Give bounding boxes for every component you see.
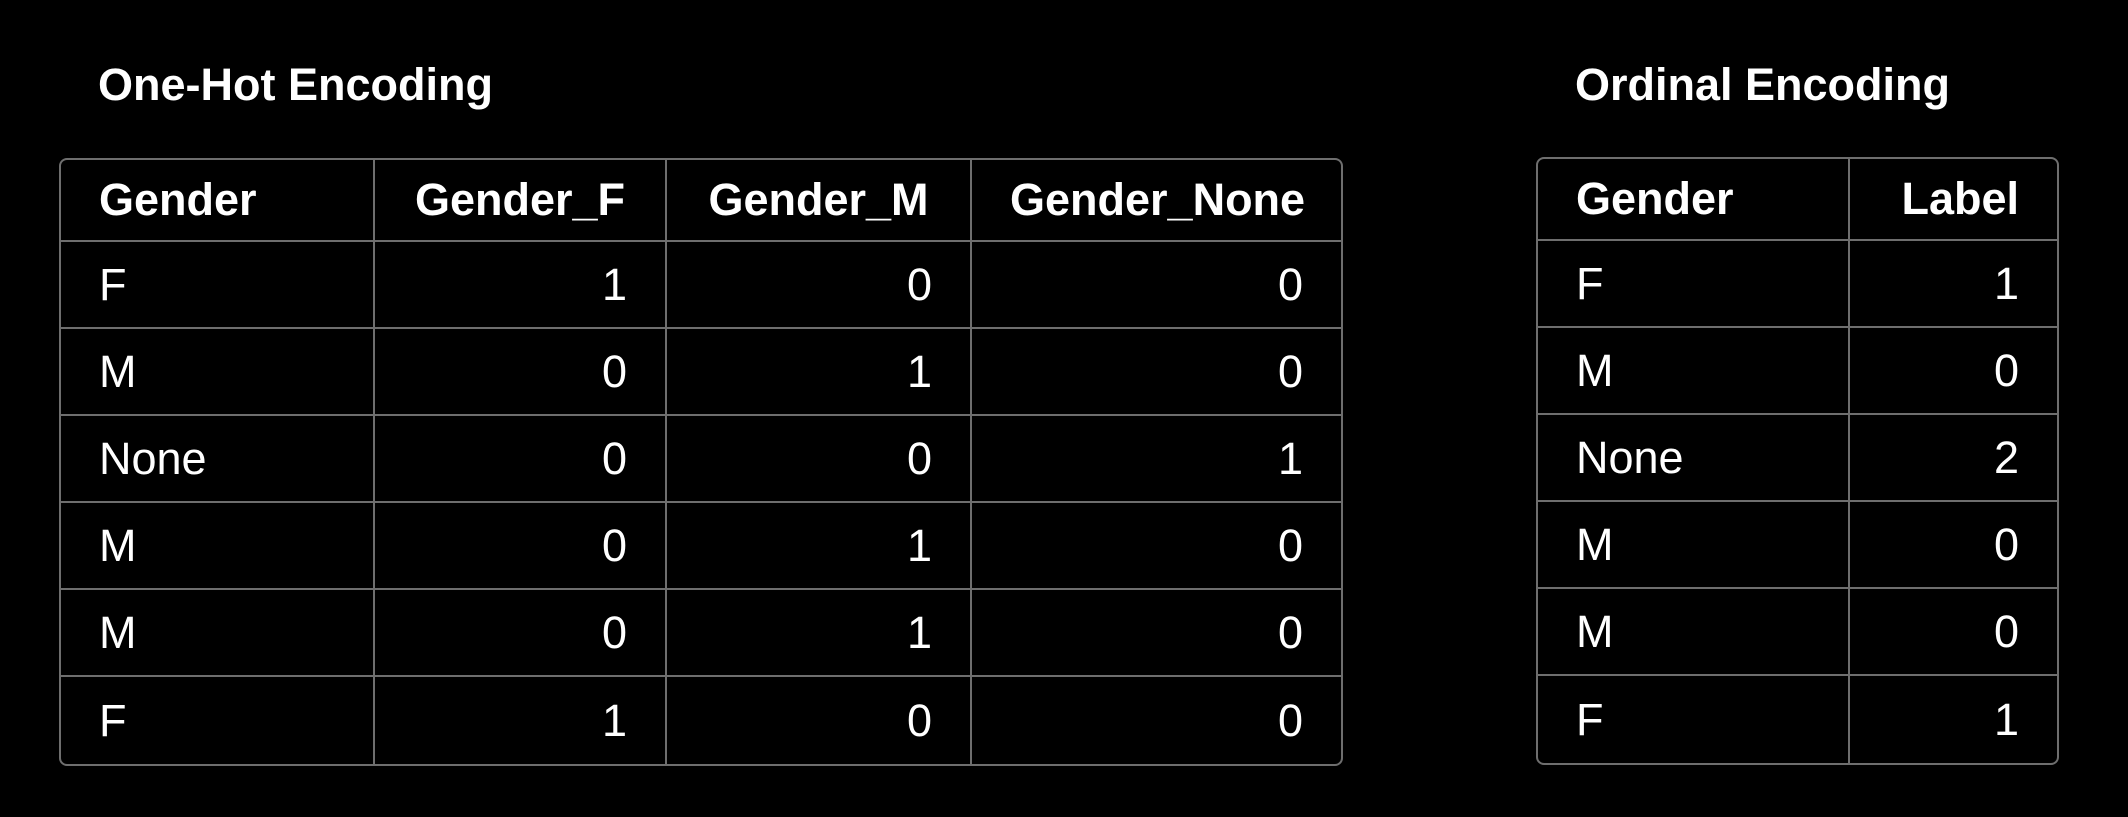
table-cell: F	[1538, 676, 1850, 763]
ordinal-encoding-table: Gender Label F 1 M 0 None 2 M 0 M 0 F 1	[1536, 157, 2059, 765]
table-header-row: Gender Label	[1538, 159, 2057, 241]
table-cell: 0	[972, 503, 1341, 590]
table-cell: 0	[375, 329, 667, 416]
column-header-gender-f: Gender_F	[375, 160, 667, 242]
table-cell: M	[1538, 502, 1850, 589]
table-cell: 1	[972, 416, 1341, 503]
column-header-gender: Gender	[1538, 159, 1850, 241]
table-cell: 1	[667, 329, 972, 416]
table-row: F 1	[1538, 241, 2057, 328]
table-row: F 1 0 0	[61, 242, 1341, 329]
table-cell: 0	[375, 503, 667, 590]
column-header-gender-none: Gender_None	[972, 160, 1341, 242]
table-cell: F	[61, 677, 375, 764]
table-cell: M	[61, 329, 375, 416]
table-header-row: Gender Gender_F Gender_M Gender_None	[61, 160, 1341, 242]
table-cell: F	[1538, 241, 1850, 328]
table-cell: 0	[1850, 502, 2057, 589]
table-cell: 0	[972, 242, 1341, 329]
table-cell: M	[61, 503, 375, 590]
table-row: None 2	[1538, 415, 2057, 502]
column-header-gender: Gender	[61, 160, 375, 242]
table-cell: M	[1538, 589, 1850, 676]
table-cell: 1	[1850, 241, 2057, 328]
table-cell: 1	[1993, 693, 2019, 745]
table-cell: 1	[375, 242, 667, 329]
one-hot-encoding-table: Gender Gender_F Gender_M Gender_None F 1…	[59, 158, 1343, 766]
table-cell: 0	[1850, 589, 2057, 676]
table-row: M 0	[1538, 328, 2057, 415]
table-row: M 0	[1538, 502, 2057, 589]
table-cell: 0	[1277, 694, 1303, 746]
table-cell: None	[61, 416, 375, 503]
table-row: None 0 0 1	[61, 416, 1341, 503]
table-cell: 1	[375, 677, 667, 764]
column-header-gender-m: Gender_M	[667, 160, 972, 242]
table-cell: 0	[667, 242, 972, 329]
table-cell: 1	[667, 590, 972, 677]
table-row: M 0 1 0	[61, 329, 1341, 416]
table-cell: F	[61, 242, 375, 329]
table-cell: 0	[972, 329, 1341, 416]
table-row: M 0	[1538, 589, 2057, 676]
table-row: M 0 1 0	[61, 503, 1341, 590]
column-header-label: Label	[1850, 159, 2057, 241]
table-cell: None	[1538, 415, 1850, 502]
table-cell: 1	[667, 503, 972, 590]
table-row: F 1	[1538, 676, 2057, 763]
table-row: F 1 0 0	[61, 677, 1341, 764]
table-cell: M	[1538, 328, 1850, 415]
table-cell: 0	[972, 590, 1341, 677]
table-cell: 0	[1850, 328, 2057, 415]
table-cell: 0	[375, 416, 667, 503]
table-row: M 0 1 0	[61, 590, 1341, 677]
table-cell: 2	[1850, 415, 2057, 502]
table-cell: 0	[667, 416, 972, 503]
table-cell: M	[61, 590, 375, 677]
ordinal-encoding-title: Ordinal Encoding	[1575, 59, 1951, 110]
table-cell: 0	[667, 677, 972, 764]
one-hot-encoding-title: One-Hot Encoding	[98, 59, 493, 110]
table-cell: 0	[375, 590, 667, 677]
